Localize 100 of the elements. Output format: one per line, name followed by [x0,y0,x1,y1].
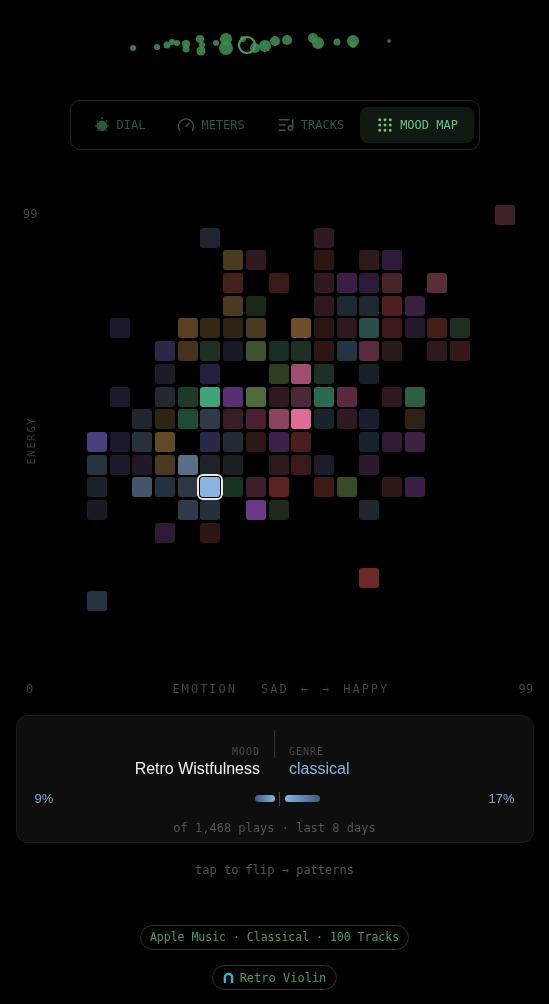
mood-cell[interactable] [313,409,334,430]
mood-cell[interactable] [200,431,221,452]
mood-cell[interactable] [155,522,176,543]
mood-cell[interactable] [313,273,334,294]
mood-cell[interactable] [291,454,312,475]
mood-cell[interactable] [381,477,402,498]
mood-cell[interactable] [87,477,107,498]
mood-cell[interactable] [381,295,402,316]
mood-cell[interactable] [109,431,130,452]
mood-cell[interactable] [381,250,402,271]
mood-cell[interactable] [268,454,289,475]
mood-cell[interactable] [245,341,266,362]
mood-cell[interactable] [268,273,289,294]
mood-cell[interactable] [291,341,312,362]
flip-hint[interactable]: tap to flip → patterns [195,861,354,879]
mood-cell[interactable] [245,477,266,498]
mood-cell[interactable] [336,273,357,294]
mood-cell[interactable] [87,499,107,520]
mood-cell[interactable] [200,318,221,339]
mood-cell[interactable] [200,454,221,475]
mood-cell[interactable] [200,409,221,430]
mood-cell[interactable] [427,341,448,362]
mood-cell[interactable] [109,454,130,475]
mood-cell[interactable] [336,386,357,407]
mood-cell[interactable] [223,273,244,294]
mood-cell[interactable] [359,431,380,452]
mood-cell[interactable] [336,409,357,430]
mood-cell[interactable] [155,477,176,498]
mood-cell[interactable] [359,295,380,316]
mood-cell[interactable] [177,454,198,475]
mood-cell[interactable] [404,318,425,339]
mood-cell[interactable] [313,227,334,248]
mood-cell[interactable] [404,431,425,452]
mood-cell[interactable] [200,341,221,362]
mood-cell[interactable] [495,205,516,225]
mood-cell[interactable] [223,477,244,498]
mood-cell[interactable] [381,386,402,407]
mood-cell[interactable] [359,363,380,384]
mood-cell[interactable] [313,295,334,316]
mood-cell[interactable] [359,568,380,588]
mood-cell[interactable] [223,341,244,362]
mood-cell[interactable] [359,250,380,271]
tab[interactable]: TRACKS [260,107,361,143]
mood-cell[interactable] [132,431,153,452]
mood-cell[interactable] [404,295,425,316]
mood-cell[interactable] [336,295,357,316]
mood-cell[interactable] [223,318,244,339]
mood-cell[interactable] [404,409,425,430]
mood-cell[interactable] [313,386,334,407]
mood-cell[interactable] [268,499,289,520]
mood-cell[interactable] [336,318,357,339]
mood-cell[interactable] [268,431,289,452]
mood-cell[interactable] [200,363,221,384]
mood-cell[interactable] [200,386,221,407]
mood-cell[interactable] [245,499,266,520]
mood-cell[interactable] [223,409,244,430]
mood-cell[interactable] [313,318,334,339]
mood-cell[interactable] [223,454,244,475]
mood-cell[interactable] [268,477,289,498]
mood-cell[interactable] [155,431,176,452]
mood-cell[interactable] [313,250,334,271]
mood-cell[interactable] [87,590,107,611]
mood-cell[interactable] [155,341,176,362]
mood-cell[interactable] [200,477,221,498]
tab[interactable]: MOOD MAP [360,107,474,143]
mood-cell[interactable] [450,341,470,362]
mood-cell[interactable] [109,318,130,339]
mood-cell[interactable] [359,454,380,475]
mood-cell[interactable] [132,477,153,498]
mood-cell[interactable] [109,386,130,407]
mood-cell[interactable] [245,250,266,271]
mood-cell[interactable] [359,409,380,430]
mood-cell[interactable] [291,363,312,384]
mood-cell[interactable] [404,477,425,498]
mood-cell[interactable] [177,318,198,339]
mood-cell[interactable] [177,477,198,498]
mood-cell[interactable] [268,409,289,430]
mood-cell[interactable] [336,341,357,362]
mood-cell[interactable] [450,318,470,339]
mood-cell[interactable] [223,295,244,316]
mood-cell[interactable] [336,477,357,498]
mood-cell[interactable] [291,318,312,339]
mood-cell[interactable] [155,454,176,475]
mood-cell[interactable] [381,318,402,339]
mood-cell[interactable] [359,341,380,362]
tab[interactable]: DIAL [76,107,162,143]
mood-cell[interactable] [223,431,244,452]
mood-cell[interactable] [245,431,266,452]
mood-cell[interactable] [200,227,221,248]
mood-cell[interactable] [313,477,334,498]
mood-cell[interactable] [359,273,380,294]
mood-cell[interactable] [427,318,448,339]
mood-cell[interactable] [313,454,334,475]
mood-cell[interactable] [245,386,266,407]
mood-cell[interactable] [155,409,176,430]
mood-cell[interactable] [87,454,107,475]
mood-cell[interactable] [155,386,176,407]
mood-cell[interactable] [291,386,312,407]
mood-cell[interactable] [427,273,448,294]
mood-cell[interactable] [381,341,402,362]
